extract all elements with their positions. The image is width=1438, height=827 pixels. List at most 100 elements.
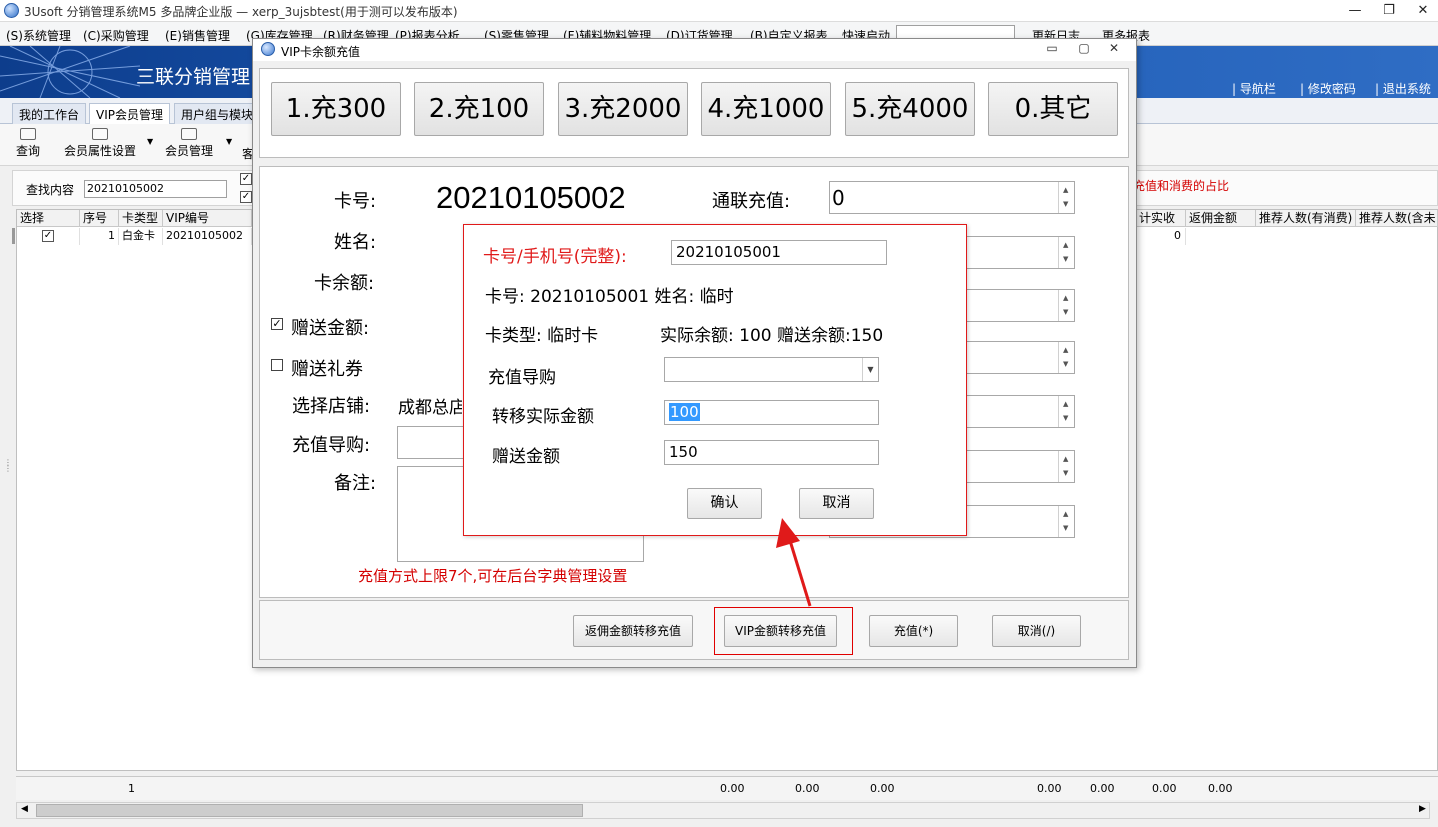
query-button[interactable]: 查询 [16,128,40,159]
app-logo-icon [4,3,19,18]
menu-purchase[interactable]: (C)采购管理 [83,27,149,44]
row-selector[interactable] [12,228,15,244]
popup-gift-input[interactable]: 150 [664,440,879,465]
rebate-transfer-button[interactable]: 返佣金额转移充值 [573,615,693,647]
col-header-select[interactable]: 选择 [17,210,80,227]
gift-coupon-checkbox[interactable] [271,359,283,371]
popup-gift-label: 赠送金额 [492,447,560,467]
splitter-handle[interactable]: ⋮ ⋮ [4,459,12,473]
menu-sales[interactable]: (E)销售管理 [165,27,230,44]
row-checkbox[interactable]: ✓ [42,230,54,242]
col-header-referrals[interactable]: 推荐人数(有消费) [1256,210,1356,227]
quick-recharge-2000-button[interactable]: 3.充2000 [558,82,688,136]
footer-sum: 0.00 [870,782,895,795]
query-label: 查询 [16,144,41,158]
vip-transfer-button[interactable]: VIP金额转移充值 [724,615,837,647]
dialog-maximize-icon[interactable]: ▢ [1075,41,1093,57]
row-no: 1 [80,228,119,245]
gift-coupon-label: 赠送礼券 [291,359,363,380]
card-phone-input[interactable]: 20210105001 [671,240,887,265]
restore-icon[interactable]: ❐ [1376,2,1402,20]
col-header-referrals-all[interactable]: 推荐人数(含未 [1356,210,1438,227]
col-header-actual[interactable]: 计实收 [1136,210,1186,227]
gift-amount-checkbox[interactable]: ✓ [271,318,283,330]
remark-label: 备注: [334,473,377,494]
tab-user-groups[interactable]: 用户组与模块 [174,103,261,124]
spinner-arrows[interactable]: ▲ ▼ [1058,237,1074,268]
ratio-note: 充值和消费的占比 [1133,179,1230,193]
spinner-arrows[interactable]: ▲ ▼ [1058,182,1074,213]
nav-bar-link[interactable]: | 导航栏 [1232,80,1276,97]
union-recharge-label: 通联充值: [712,191,791,212]
member-attr-button[interactable]: 会员属性设置 [64,128,136,159]
card-no-value: 20210105002 [436,180,626,215]
menu-system[interactable]: (S)系统管理 [6,27,71,44]
search-input[interactable]: 20210105002 [84,180,227,198]
recharge-button[interactable]: 充值(*) [869,615,958,647]
transfer-amount-value: 100 [669,403,700,421]
main-title-bar: 3Usoft 分销管理系统M5 多品牌企业版 — xerp_3ujsbtest(… [0,0,1438,22]
popup-guide-label: 充值导购 [488,368,556,388]
footer-sum: 0.00 [1037,782,1062,795]
close-icon[interactable]: ✕ [1410,2,1436,20]
col-header-rebate[interactable]: 返佣金额 [1186,210,1256,227]
guide-input[interactable] [397,426,465,459]
option-checkbox[interactable]: ✓ [240,173,252,185]
union-recharge-spinner[interactable]: 0 ▲ ▼ [829,181,1075,214]
card-type-text: 卡类型: 临时卡 [485,326,599,346]
quick-recharge-other-button[interactable]: 0.其它 [988,82,1118,136]
chevron-down-icon[interactable]: ▼ [862,358,878,381]
query-icon [20,128,36,140]
card-no-label: 卡号: [334,191,377,212]
tab-vip-management[interactable]: VIP会员管理 [89,103,170,124]
card-phone-label: 卡号/手机号(完整): [483,247,627,267]
footer-sum: 0.00 [1090,782,1115,795]
scroll-right-icon[interactable]: ▶ [1419,804,1426,814]
balance-info-text: 实际余额: 100 赠送余额:150 [660,326,884,346]
dialog-title: VIP卡余额充值 [281,45,360,59]
popup-confirm-button[interactable]: 确认 [687,488,762,519]
table-row[interactable]: ✓ [17,228,80,245]
search-label: 查找内容 [26,183,75,197]
col-header-vip-no[interactable]: VIP编号 [163,210,252,227]
footer-sum: 0.00 [1208,782,1233,795]
spinner-arrows[interactable]: ▲ ▼ [1058,290,1074,321]
col-header-no[interactable]: 序号 [80,210,119,227]
row-vip-no: 20210105002 [163,228,252,245]
spinner-arrows[interactable]: ▲ ▼ [1058,396,1074,427]
footer-count: 1 [128,782,135,795]
balance-label: 卡余额: [314,273,375,294]
tab-workbench[interactable]: 我的工作台 [12,103,87,124]
dialog-cancel-button[interactable]: 取消(/) [992,615,1081,647]
popup-cancel-button[interactable]: 取消 [799,488,874,519]
member-mgmt-button[interactable]: 会员管理 [165,128,213,159]
minimize-icon[interactable]: — [1342,2,1368,20]
option-checkbox[interactable]: ✓ [240,191,252,203]
popup-guide-select[interactable]: ▼ [664,357,879,382]
chevron-down-icon[interactable]: ▼ [226,137,232,146]
logout-link[interactable]: | 退出系统 [1375,80,1431,97]
quick-recharge-1000-button[interactable]: 4.充1000 [701,82,831,136]
chevron-down-icon[interactable]: ▼ [147,137,153,146]
spinner-arrows[interactable]: ▲ ▼ [1058,342,1074,373]
quick-recharge-4000-button[interactable]: 5.充4000 [845,82,975,136]
store-value[interactable]: 成都总店 [398,393,462,418]
scroll-left-icon[interactable]: ◀ [21,804,28,814]
quick-recharge-300-button[interactable]: 1.充300 [271,82,401,136]
transfer-amount-input[interactable]: 100 [664,400,879,425]
limit-note: 充值方式上限7个,可在后台字典管理设置 [358,567,628,585]
banner-logo-graphic [0,46,140,98]
dialog-close-icon[interactable]: ✕ [1105,41,1123,57]
row-card-type: 白金卡 [119,228,163,245]
quick-recharge-100-button[interactable]: 2.充100 [414,82,544,136]
gift-amount-label: 赠送金额: [291,318,370,339]
scrollbar-thumb[interactable] [36,804,583,817]
spinner-arrows[interactable]: ▲ ▼ [1058,506,1074,537]
spinner-arrows[interactable]: ▲ ▼ [1058,451,1074,482]
settings-icon [92,128,108,140]
col-header-card-type[interactable]: 卡类型 [119,210,163,227]
transfer-amount-label: 转移实际金额 [492,407,594,427]
change-password-link[interactable]: | 修改密码 [1300,80,1356,97]
member-attr-label: 会员属性设置 [64,144,137,158]
dialog-minimize-icon[interactable]: ▭ [1043,41,1061,57]
